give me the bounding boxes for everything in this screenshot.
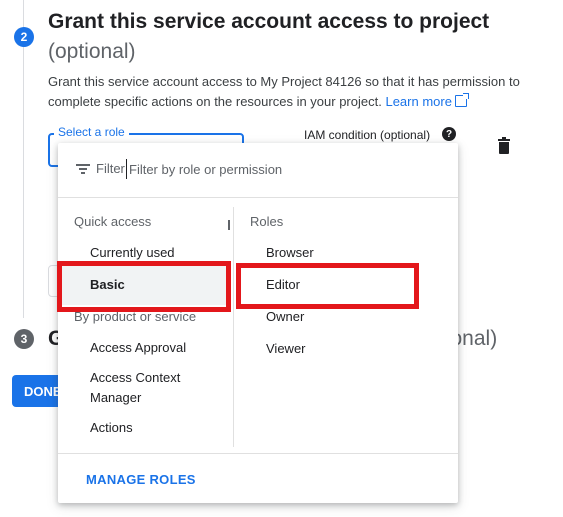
step-2-badge: 2 [14, 27, 34, 47]
role-select-label: Select a role [54, 125, 129, 139]
step-2-subtitle: (optional) [48, 40, 136, 63]
highlight-editor [236, 263, 419, 309]
category-actions[interactable]: Actions [90, 418, 133, 438]
role-owner[interactable]: Owner [266, 307, 304, 327]
category-access-context-manager[interactable]: Access Context Manager [90, 368, 220, 408]
column-divider [233, 207, 234, 447]
step-2-title: Grant this service account access to pro… [48, 10, 490, 33]
help-icon[interactable]: ? [442, 127, 456, 141]
category-access-approval[interactable]: Access Approval [90, 338, 186, 358]
learn-more-link[interactable]: Learn more [385, 93, 469, 109]
manage-roles-button[interactable]: MANAGE ROLES [86, 472, 196, 487]
iam-condition-label[interactable]: IAM condition (optional) [304, 128, 430, 142]
footer-divider [58, 453, 458, 454]
roles-header: Roles [250, 214, 284, 229]
filter-input[interactable] [126, 159, 429, 179]
external-link-icon [454, 93, 469, 107]
filter-row: Filter [58, 143, 458, 198]
role-dropdown-panel: Filter Quick access Currently used Basic… [58, 143, 458, 503]
role-viewer[interactable]: Viewer [266, 339, 306, 359]
role-browser[interactable]: Browser [266, 243, 314, 263]
highlight-basic [57, 261, 231, 312]
stepper-line [23, 0, 24, 318]
scrollbar-thumb[interactable] [228, 220, 230, 230]
step-3-badge: 3 [14, 329, 34, 349]
filter-icon [76, 164, 90, 174]
filter-label: Filter [96, 161, 125, 176]
trash-icon[interactable] [498, 137, 510, 155]
step-2-description: Grant this service account access to My … [48, 72, 538, 112]
quick-access-header: Quick access [74, 214, 152, 229]
category-currently-used[interactable]: Currently used [90, 243, 175, 263]
